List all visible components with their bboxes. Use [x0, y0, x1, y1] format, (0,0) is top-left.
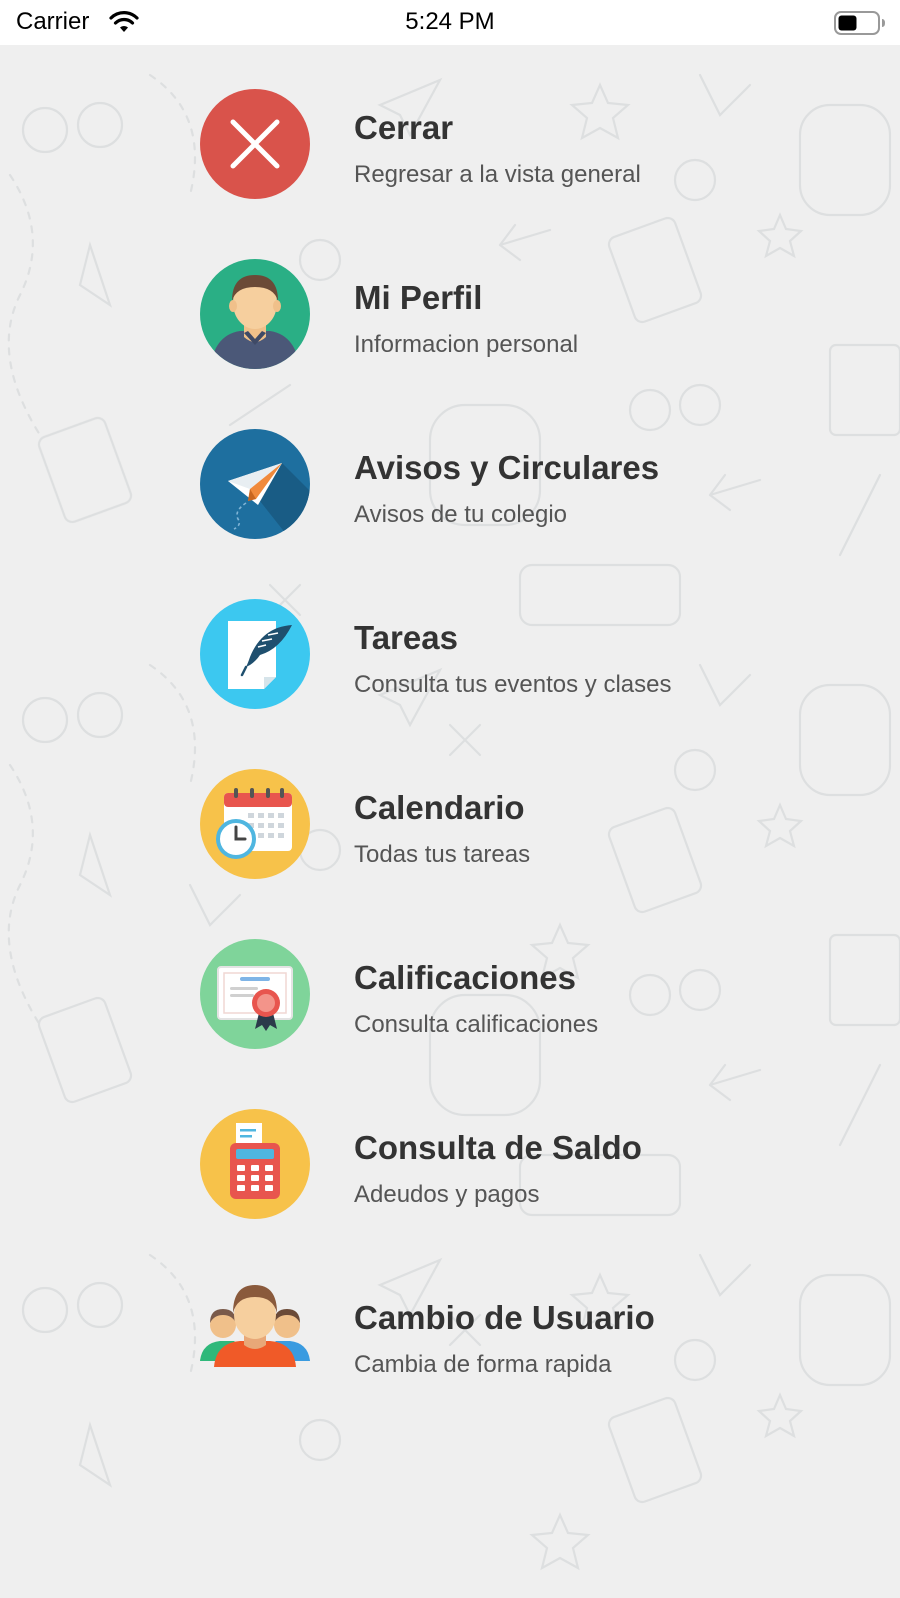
status-bar: Carrier 5:24 PM [0, 0, 900, 45]
menu-item-title: Mi Perfil [354, 279, 483, 316]
calendar-clock-icon [200, 769, 310, 879]
paper-plane-icon [200, 429, 310, 539]
menu-item-title: Cambio de Usuario [354, 1299, 655, 1336]
menu-item-subtitle: Cambia de forma rapida [354, 1351, 612, 1378]
battery-icon [834, 11, 886, 40]
menu-item-title: Calificaciones [354, 959, 576, 996]
menu-item-calificaciones[interactable]: Calificaciones Consulta calificaciones [200, 939, 840, 1059]
menu-item-cambio-de-usuario[interactable]: Cambio de Usuario Cambia de forma rapida [200, 1279, 840, 1399]
menu-item-subtitle: Todas tus tareas [354, 841, 531, 868]
certificate-icon [200, 939, 310, 1049]
quill-page-icon [200, 599, 310, 709]
menu-item-cerrar[interactable]: Cerrar Regresar a la vista general [200, 89, 840, 209]
menu-item-subtitle: Consulta tus eventos y clases [354, 671, 672, 698]
menu-item-mi-perfil[interactable]: Mi Perfil Informacion personal [200, 259, 840, 379]
cash-register-icon [200, 1109, 310, 1219]
menu-item-calendario[interactable]: Calendario Todas tus tareas [200, 769, 840, 889]
close-icon [200, 89, 310, 199]
menu-item-title: Calendario [354, 789, 525, 826]
menu-item-title: Tareas [354, 619, 458, 656]
user-avatar-icon [200, 259, 310, 369]
menu-item-tareas[interactable]: Tareas Consulta tus eventos y clases [200, 599, 840, 719]
menu-item-title: Avisos y Circulares [354, 449, 660, 486]
menu-item-subtitle: Regresar a la vista general [354, 161, 641, 188]
menu-item-subtitle: Consulta calificaciones [354, 1011, 599, 1038]
users-group-icon [200, 1279, 310, 1389]
menu-item-title: Consulta de Saldo [354, 1129, 642, 1166]
menu-item-title: Cerrar [354, 109, 454, 146]
clock: 5:24 PM [405, 8, 495, 35]
menu-item-subtitle: Avisos de tu colegio [354, 501, 568, 528]
menu-item-subtitle: Informacion personal [354, 331, 579, 358]
menu-item-subtitle: Adeudos y pagos [354, 1181, 540, 1208]
menu-item-consulta-de-saldo[interactable]: Consulta de Saldo Adeudos y pagos [200, 1109, 840, 1229]
menu-item-avisos-y-circulares[interactable]: Avisos y Circulares Avisos de tu colegio [200, 429, 840, 549]
